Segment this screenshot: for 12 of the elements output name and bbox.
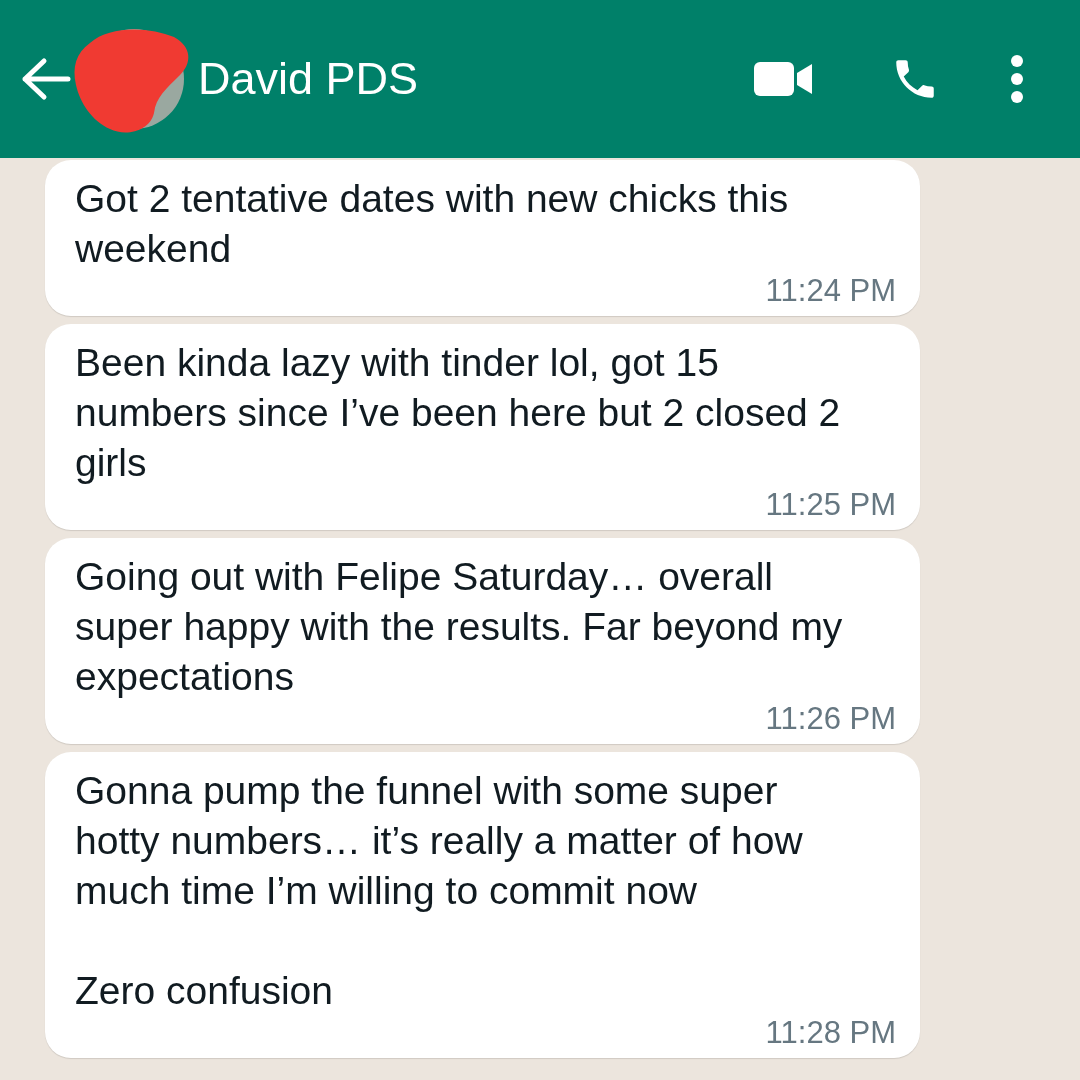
message-text: Gonna pump the funnel with some super hotty numbers… it’s really a matter of how much time I’m willing to commit now Zero confusion <box>75 768 804 1014</box>
message-time: 11:25 PM <box>765 488 896 522</box>
message-text: Been kinda lazy with tinder lol, got 15 numbers since I’ve been here but 2 closed 2 girls <box>75 340 842 486</box>
message-text: Got 2 tentative dates with new chicks this weekend <box>75 176 790 272</box>
contact-name[interactable]: David PDS <box>198 53 754 105</box>
video-call-icon[interactable] <box>754 60 812 98</box>
message-time: 11:24 PM <box>765 274 896 308</box>
message-time: 11:26 PM <box>765 702 896 736</box>
message-text: Going out with Felipe Saturday… overall super happy with the results. Far beyond my expectations <box>75 554 844 700</box>
more-options-icon[interactable] <box>1010 54 1024 104</box>
message-time: 11:28 PM <box>765 1016 896 1050</box>
back-arrow-icon[interactable] <box>20 57 72 101</box>
